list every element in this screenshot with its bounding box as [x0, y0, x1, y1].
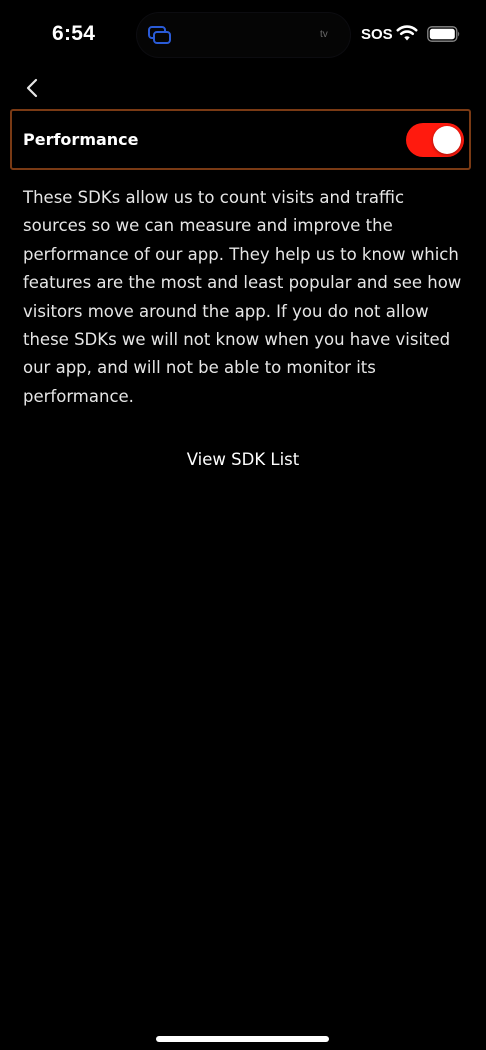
battery-icon	[427, 26, 460, 42]
dynamic-island: tv	[137, 13, 350, 57]
status-bar: 6:54 tv SOS	[0, 0, 486, 70]
sos-indicator: SOS	[361, 26, 393, 43]
performance-row: Performance	[10, 109, 471, 170]
view-sdk-list-link[interactable]: View SDK List	[0, 450, 486, 469]
apple-tv-label: tv	[320, 29, 328, 40]
performance-toggle[interactable]	[406, 123, 464, 157]
status-time: 6:54	[52, 22, 96, 45]
back-button[interactable]	[20, 74, 46, 102]
performance-label: Performance	[23, 130, 139, 149]
chevron-left-icon	[26, 78, 38, 98]
toggle-knob	[433, 126, 461, 154]
wifi-icon	[396, 25, 418, 41]
home-indicator[interactable]	[156, 1036, 329, 1042]
performance-description: These SDKs allow us to count visits and …	[23, 188, 462, 406]
screen-mirroring-icon	[148, 26, 171, 44]
